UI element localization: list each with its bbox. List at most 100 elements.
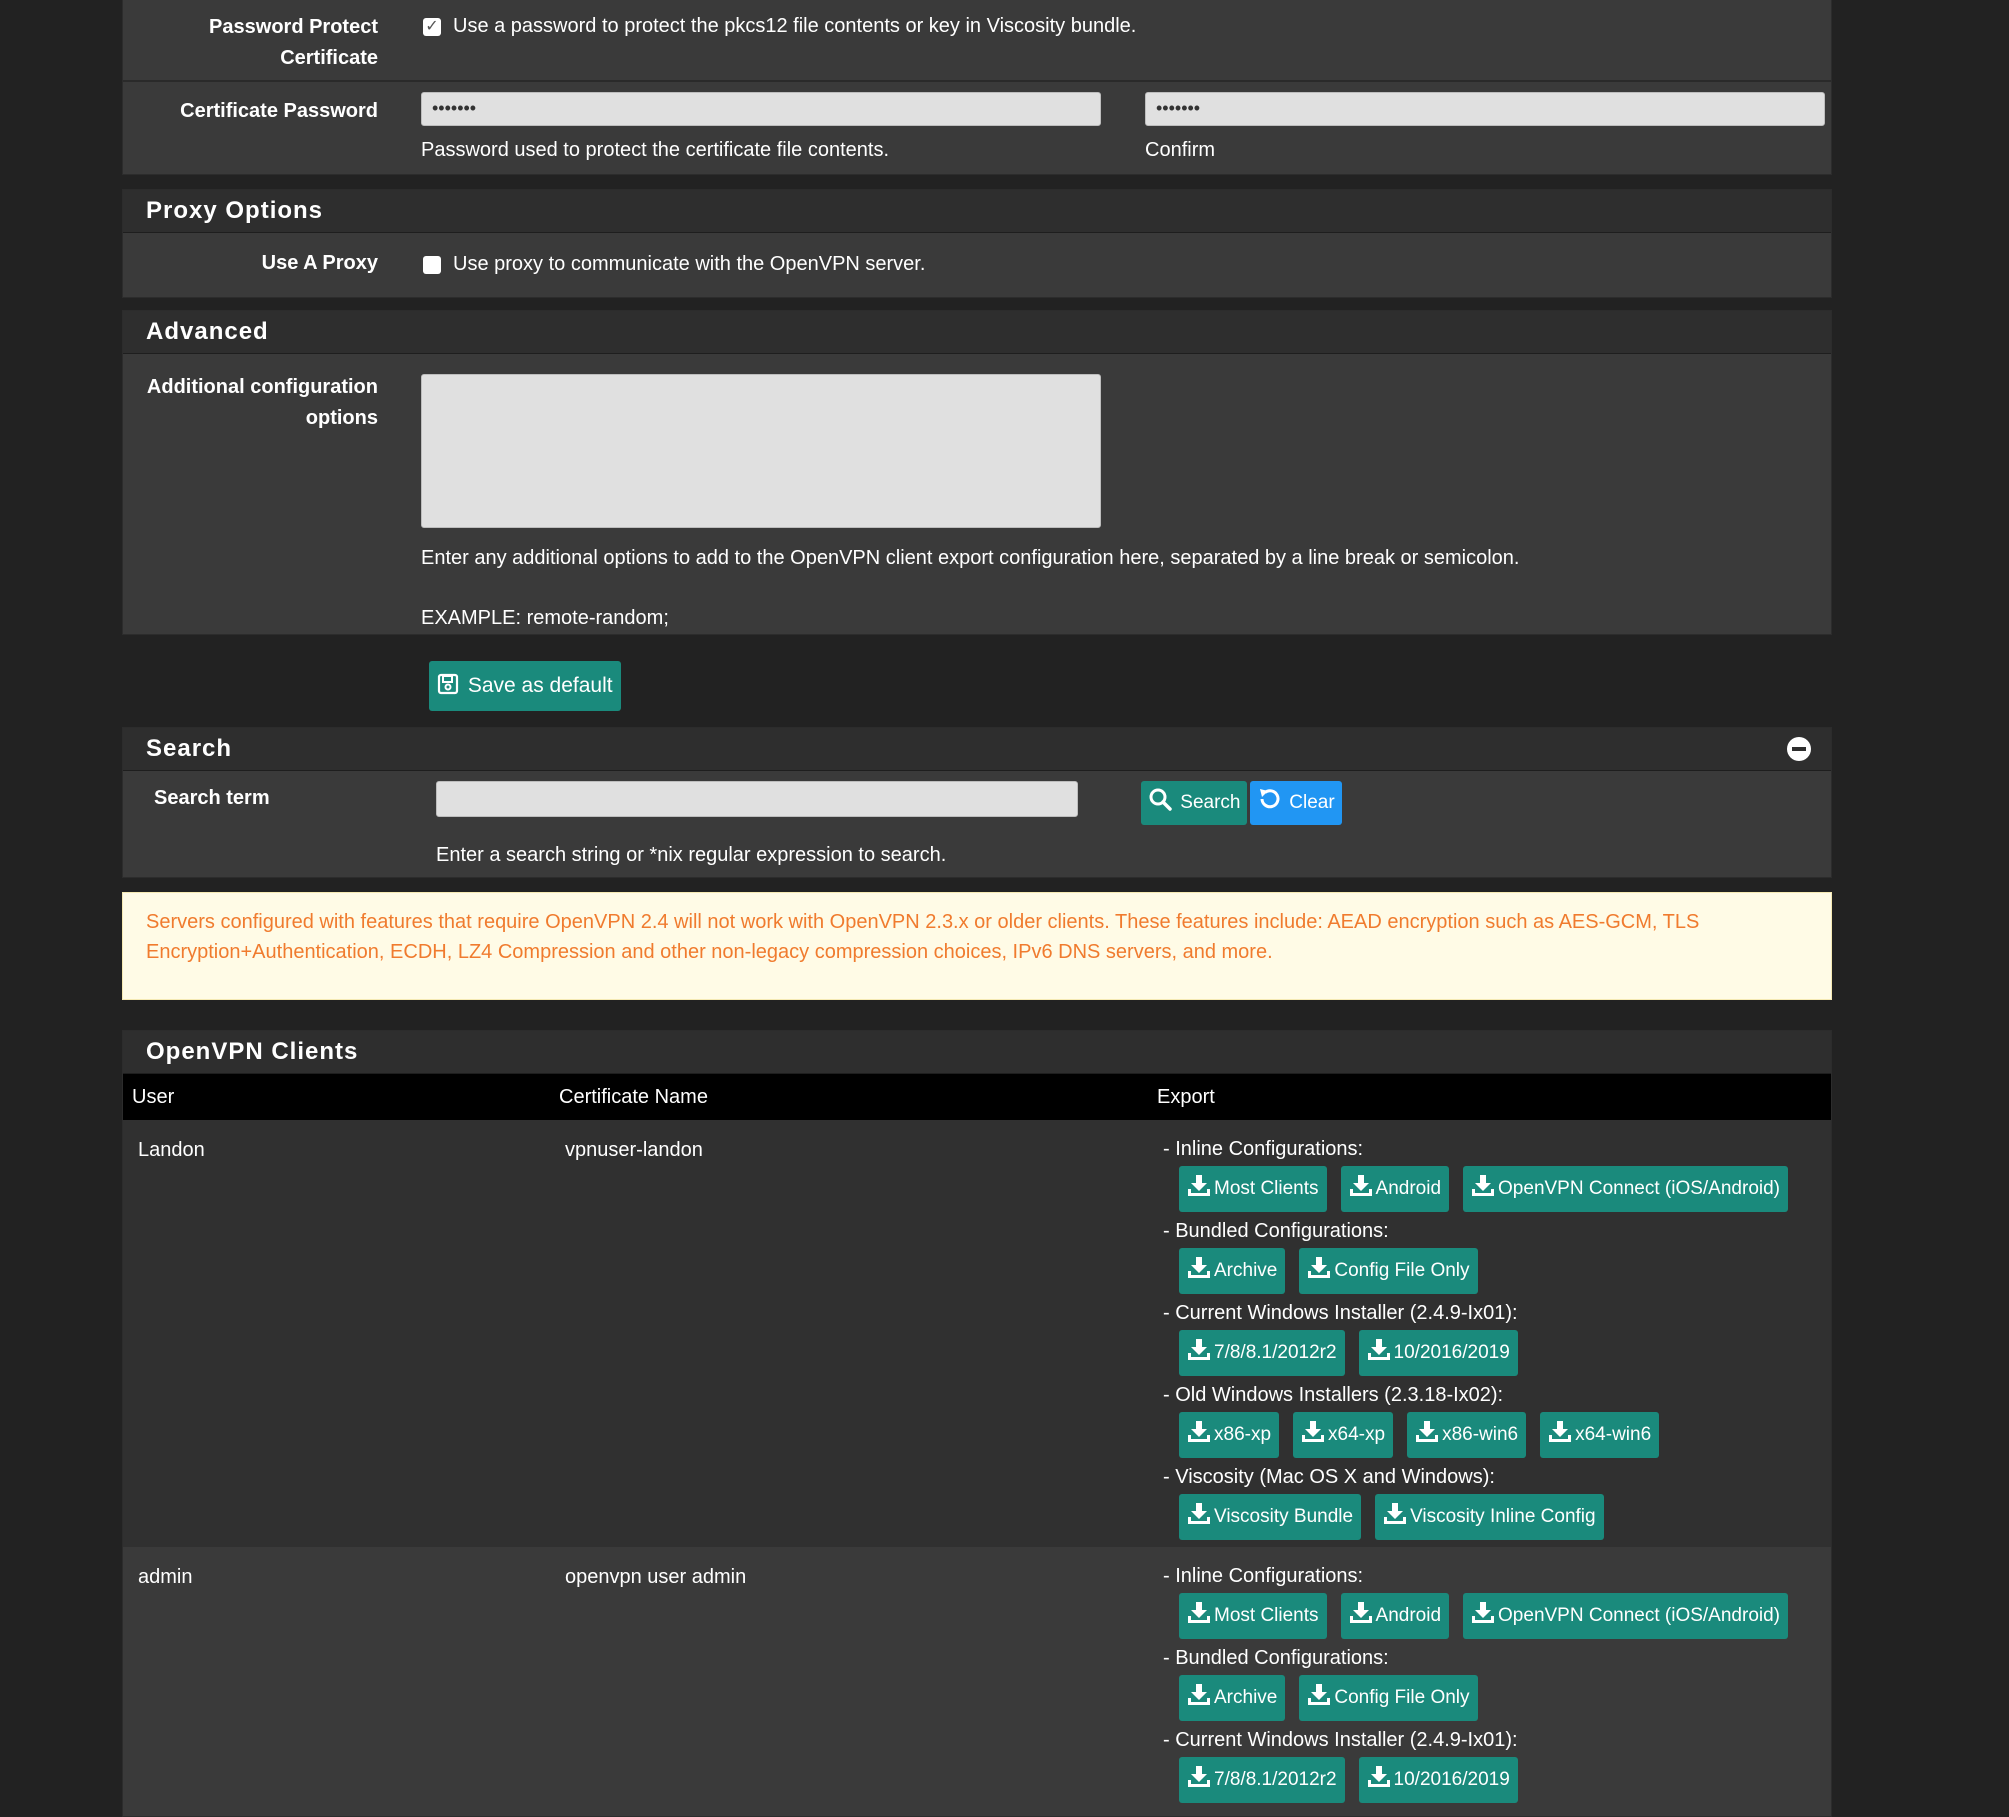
certificate-password-confirm-help: Confirm (1145, 139, 1216, 161)
export-download-label: Archive (1214, 1687, 1278, 1708)
export-group-label: - Old Windows Installers (2.3.18-Ix02): (1163, 1384, 1504, 1406)
export-download-button[interactable]: 10/2016/2019 (1358, 1330, 1518, 1376)
export-download-label: Archive (1214, 1260, 1278, 1281)
export-group-label: - Inline Configurations: (1163, 1565, 1364, 1587)
certificate-cell: openvpn user admin (565, 1566, 747, 1588)
download-icon (1384, 1503, 1407, 1524)
export-download-label: x86-xp (1214, 1424, 1272, 1445)
export-download-button[interactable]: OpenVPN Connect (iOS/Android) (1463, 1593, 1788, 1639)
additional-config-label: Additional configuration options (123, 372, 378, 434)
table-row: Landon vpnuser-landon - Inline Configurati… (123, 1120, 1831, 1547)
export-download-button[interactable]: Config File Only (1299, 1248, 1478, 1294)
search-title-text: Search (146, 735, 233, 762)
search-title: Search (123, 728, 1831, 771)
certificate-settings-panel: Password Protect Certificate ✓ Use a pas… (122, 0, 1832, 175)
export-download-button[interactable]: Most Clients (1179, 1593, 1327, 1639)
col-certificate-name: Certificate Name (559, 1086, 708, 1108)
undo-icon (1260, 789, 1280, 809)
export-cell: - Inline Configurations: Most Clients Andr… (1163, 1136, 1802, 1546)
additional-config-label-line1: Additional configuration (146, 376, 378, 398)
openvpn-clients-panel: OpenVPN Clients User Certificate Name Ex… (122, 1030, 1832, 1817)
save-as-default-button[interactable]: Save as default (429, 661, 621, 711)
certificate-password-help: Password used to protect the certificate… (421, 139, 890, 161)
export-download-button[interactable]: Viscosity Inline Config (1375, 1494, 1604, 1540)
export-download-button[interactable]: x86-xp (1179, 1412, 1280, 1458)
export-download-button[interactable]: Most Clients (1179, 1166, 1327, 1212)
download-icon (1472, 1175, 1495, 1196)
password-protect-label: Password Protect Certificate (123, 12, 378, 74)
password-protect-description: Use a password to protect the pkcs12 fil… (453, 15, 1137, 37)
certificate-password-confirm-input[interactable]: ••••••• (1145, 92, 1825, 126)
export-download-button[interactable]: OpenVPN Connect (iOS/Android) (1463, 1166, 1788, 1212)
export-download-label: x64-win6 (1575, 1424, 1652, 1445)
password-protect-checkbox[interactable]: ✓ (423, 18, 441, 36)
export-download-button[interactable]: 7/8/8.1/2012r2 (1179, 1757, 1345, 1803)
download-icon (1188, 1257, 1210, 1278)
download-icon (1416, 1421, 1439, 1442)
certificate-password-input[interactable]: ••••••• (421, 92, 1101, 126)
export-download-button[interactable]: Viscosity Bundle (1179, 1494, 1362, 1540)
password-protect-label-line1: Password Protect (209, 16, 378, 38)
advanced-title: Advanced (123, 311, 1831, 354)
export-download-label: OpenVPN Connect (iOS/Android) (1498, 1178, 1780, 1199)
save-as-default-label: Save as default (467, 674, 613, 697)
export-download-button[interactable]: Archive (1179, 1675, 1286, 1721)
export-download-label: OpenVPN Connect (iOS/Android) (1498, 1605, 1780, 1626)
download-icon (1188, 1503, 1210, 1524)
export-download-label: Most Clients (1214, 1605, 1319, 1626)
export-download-button[interactable]: x64-win6 (1540, 1412, 1660, 1458)
search-button[interactable]: Search (1141, 781, 1248, 825)
download-icon (1367, 1339, 1390, 1360)
password-protect-row: Password Protect Certificate ✓ Use a pas… (123, 0, 1831, 82)
download-icon (1349, 1602, 1372, 1623)
export-download-button[interactable]: 7/8/8.1/2012r2 (1179, 1330, 1345, 1376)
export-group-buttons: 7/8/8.1/2012r2 10/2016/2019 (1163, 1330, 1802, 1379)
additional-config-label-line2: options (305, 407, 378, 429)
download-icon (1349, 1175, 1372, 1196)
export-download-label: Config File Only (1334, 1687, 1470, 1708)
save-icon (437, 673, 459, 695)
download-icon (1472, 1602, 1495, 1623)
download-icon (1302, 1421, 1325, 1442)
export-download-button[interactable]: Android (1340, 1593, 1450, 1639)
download-icon (1308, 1684, 1331, 1705)
export-download-label: 7/8/8.1/2012r2 (1214, 1769, 1337, 1790)
user-cell: Landon (138, 1139, 205, 1161)
download-icon (1188, 1421, 1210, 1442)
additional-config-help: Enter any additional options to add to t… (421, 547, 1520, 569)
proxy-options-title: Proxy Options (123, 190, 1831, 233)
export-download-label: 7/8/8.1/2012r2 (1214, 1342, 1337, 1363)
export-download-button[interactable]: x64-xp (1293, 1412, 1394, 1458)
search-icon (1149, 788, 1172, 811)
additional-config-example: EXAMPLE: remote-random; (421, 607, 669, 629)
collapse-icon[interactable] (1787, 737, 1811, 761)
clear-button[interactable]: Clear (1250, 781, 1342, 825)
download-icon (1188, 1339, 1210, 1360)
search-term-row: Search term Search Clear Enter a search … (123, 771, 1831, 877)
export-download-button[interactable]: Config File Only (1299, 1675, 1478, 1721)
use-proxy-description: Use proxy to communicate with the OpenVP… (453, 253, 926, 275)
export-download-button[interactable]: Archive (1179, 1248, 1286, 1294)
additional-config-row: Additional configuration options Enter a… (123, 354, 1831, 634)
export-group-label: - Current Windows Installer (2.4.9-Ix01)… (1163, 1302, 1518, 1324)
export-download-label: 10/2016/2019 (1393, 1769, 1510, 1790)
export-download-button[interactable]: x86-win6 (1407, 1412, 1527, 1458)
export-download-button[interactable]: Android (1340, 1166, 1450, 1212)
export-download-label: x64-xp (1328, 1424, 1386, 1445)
export-download-label: Most Clients (1214, 1178, 1319, 1199)
table-row: admin openvpn user admin - Inline Configur… (123, 1547, 1831, 1816)
download-icon (1549, 1421, 1572, 1442)
additional-config-textarea[interactable] (421, 374, 1101, 528)
use-proxy-checkbox[interactable] (423, 256, 441, 274)
col-export: Export (1157, 1086, 1215, 1108)
export-group-buttons: Archive Config File Only (1163, 1675, 1802, 1724)
clients-table-body: Landon vpnuser-landon - Inline Configurati… (123, 1120, 1831, 1816)
use-proxy-row: Use A Proxy Use proxy to communicate wit… (123, 233, 1831, 297)
download-icon (1308, 1257, 1331, 1278)
export-group-buttons: 7/8/8.1/2012r2 10/2016/2019 (1163, 1757, 1802, 1806)
export-group-buttons: x86-xp x64-xp x86-win6 x64-win6 (1163, 1412, 1802, 1461)
clear-button-label: Clear (1289, 792, 1335, 813)
search-term-input[interactable] (436, 781, 1078, 817)
export-download-button[interactable]: 10/2016/2019 (1358, 1757, 1518, 1803)
search-button-label: Search (1180, 792, 1241, 813)
